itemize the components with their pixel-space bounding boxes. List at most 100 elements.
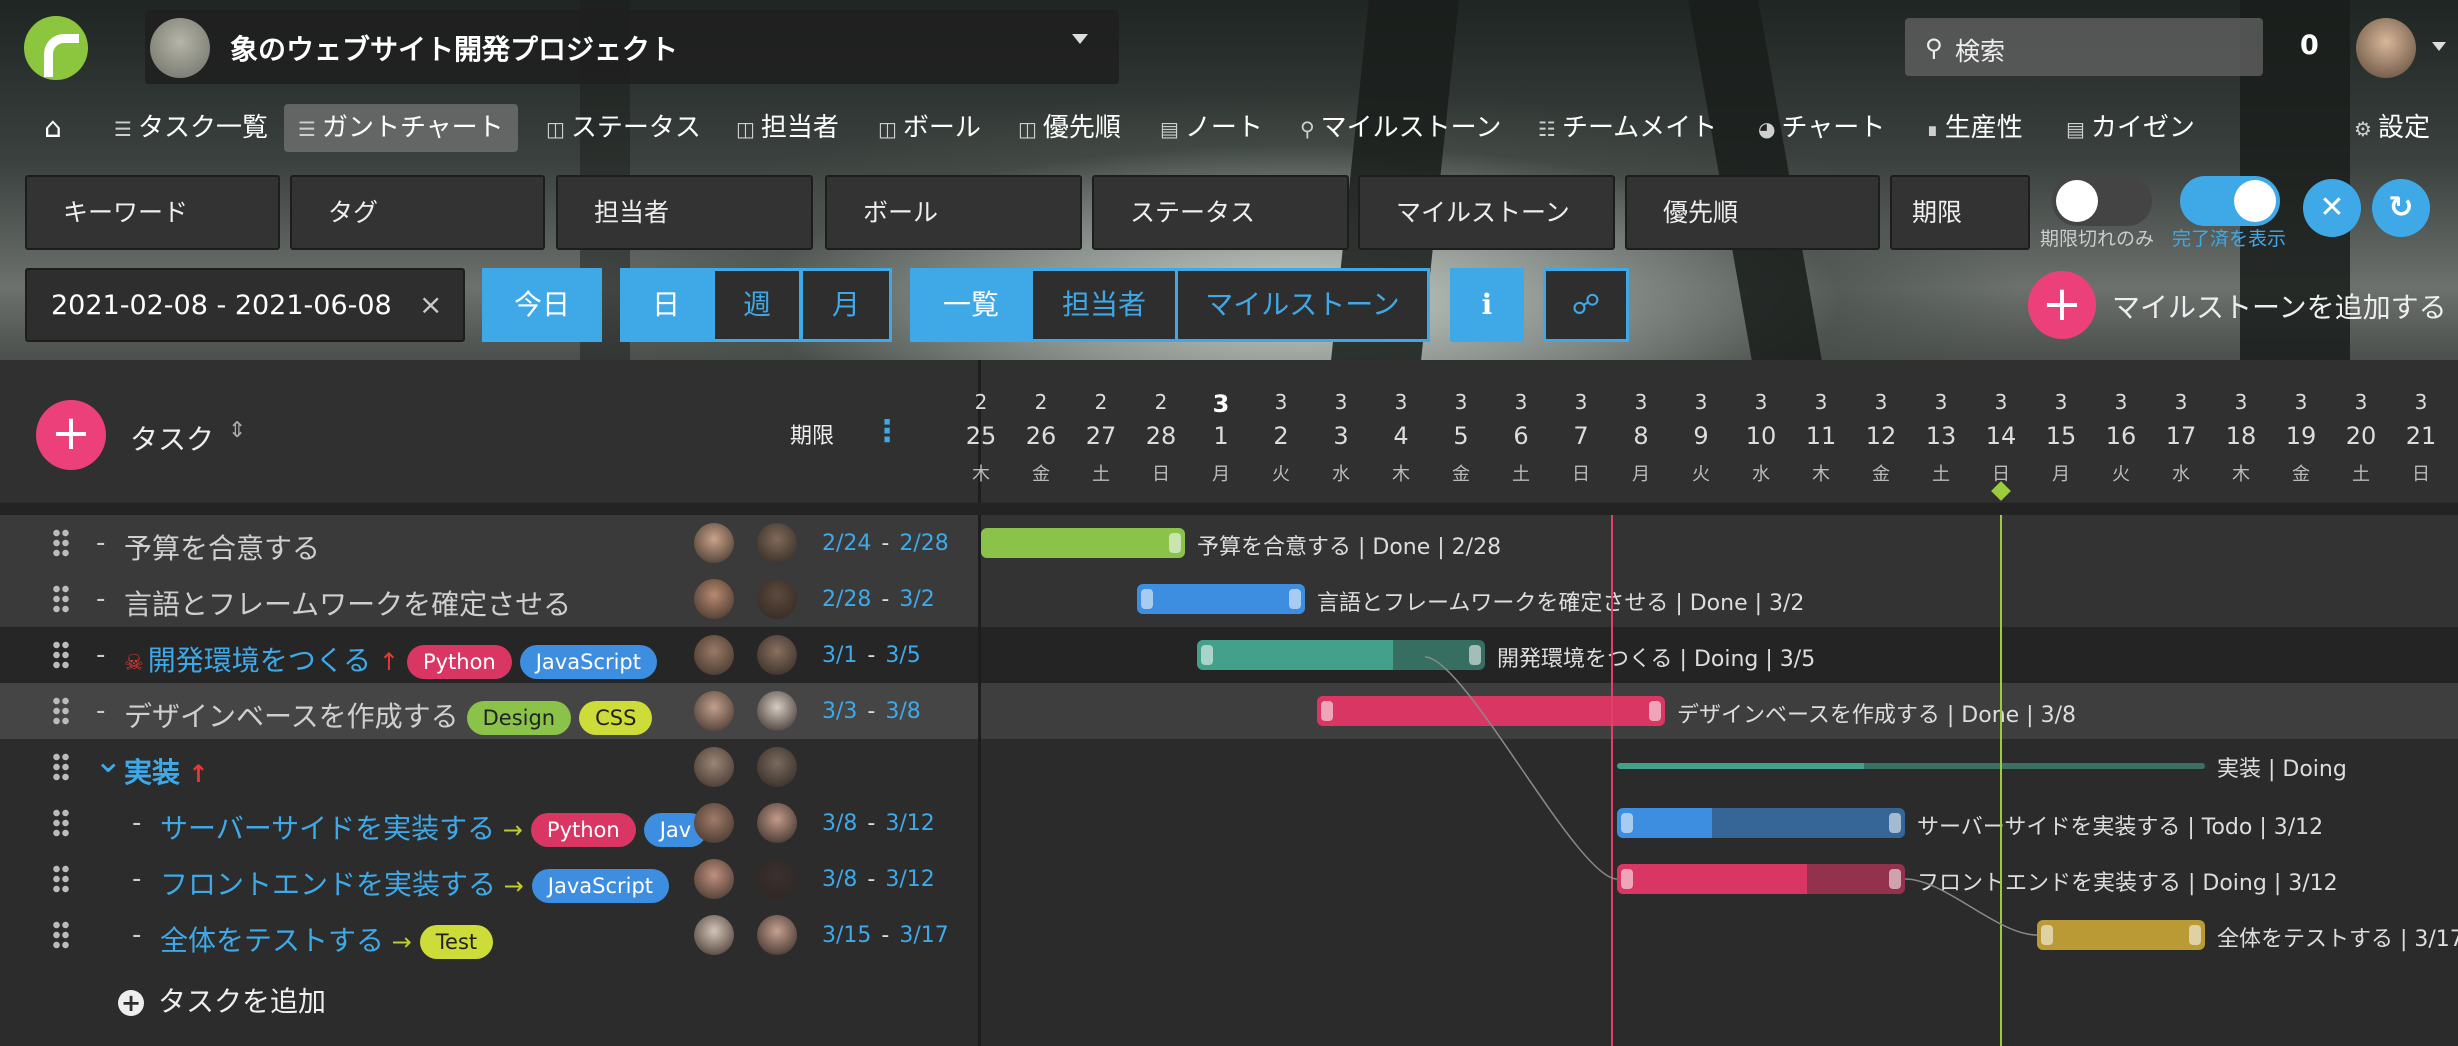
search-input[interactable]: ⚲ 検索 [1905, 18, 2263, 76]
view-milestone-button[interactable]: マイルストーン [1175, 268, 1430, 342]
task-bar[interactable] [2037, 920, 2205, 950]
drag-handle-icon[interactable] [52, 696, 70, 726]
drag-handle-icon[interactable] [52, 584, 70, 614]
drag-handle-icon[interactable] [52, 920, 70, 950]
filter-due[interactable]: 期限 [1890, 175, 2030, 250]
ball-holder-avatar[interactable] [757, 523, 797, 563]
ball-holder-avatar[interactable] [757, 859, 797, 899]
resize-handle[interactable] [1321, 701, 1333, 721]
tag-badge[interactable]: Python [530, 813, 636, 847]
ball-holder-avatar[interactable] [757, 691, 797, 731]
task-row[interactable]: - 予算を合意する 2/24-2/28 [0, 515, 978, 571]
task-title[interactable]: 実装 ↑ [124, 751, 208, 791]
resize-handle[interactable] [1889, 813, 1901, 833]
nav-item-priority[interactable]: ◫ 優先順 [1018, 104, 1121, 152]
task-bar[interactable] [1137, 584, 1305, 614]
task-title[interactable]: 予算を合意する [124, 527, 320, 567]
assignee-avatar[interactable] [694, 523, 734, 563]
task-bar[interactable] [1617, 864, 1905, 894]
ball-holder-avatar[interactable] [757, 635, 797, 675]
chevron-down-icon[interactable] [2432, 42, 2446, 51]
task-title[interactable]: デザインベースを作成する Design CSS [124, 695, 653, 735]
filter-status[interactable]: ステータス [1092, 175, 1349, 250]
chevron-down-icon[interactable] [1072, 34, 1088, 44]
info-button[interactable]: i [1450, 268, 1524, 342]
drag-handle-icon[interactable] [52, 528, 70, 558]
ball-holder-avatar[interactable] [757, 803, 797, 843]
resize-handle[interactable] [1621, 869, 1633, 889]
task-dates[interactable]: 2/24-2/28 [822, 531, 949, 556]
clear-filters-button[interactable]: ✕ [2303, 179, 2361, 237]
task-title[interactable]: 言語とフレームワークを確定させる [124, 583, 571, 623]
app-logo[interactable] [24, 16, 88, 80]
ball-holder-avatar[interactable] [757, 579, 797, 619]
assignee-avatar[interactable] [694, 579, 734, 619]
notification-count[interactable]: 0 [2300, 30, 2319, 61]
tag-badge[interactable]: JavaScript [531, 869, 670, 903]
resize-handle[interactable] [1289, 589, 1301, 609]
nav-item-chart[interactable]: ◕ チャート [1758, 104, 1885, 152]
add-milestone-label[interactable]: マイルストーンを追加する [2112, 286, 2447, 326]
add-task-button[interactable]: + [36, 400, 106, 470]
nav-item-task-list[interactable]: ☰ タスク一覧 [114, 104, 268, 152]
filter-priority[interactable]: 優先順 [1625, 175, 1880, 250]
project-title[interactable]: 象のウェブサイト開発プロジェクト [230, 28, 678, 68]
task-row[interactable]: - デザインベースを作成する Design CSS 3/3-3/8 [0, 683, 978, 739]
nav-item-note[interactable]: ▤ ノート [1160, 104, 1263, 152]
refresh-button[interactable]: ↻ [2372, 179, 2430, 237]
nav-item-teammates[interactable]: ☷ チームメイト [1538, 104, 1717, 152]
task-bar[interactable] [1617, 808, 1905, 838]
ball-holder-avatar[interactable] [757, 915, 797, 955]
task-row[interactable]: - ☠ 開発環境をつくる ↑ Python JavaScript 3/1-3/5 [0, 627, 978, 683]
scale-day-button[interactable]: 日 [620, 268, 712, 342]
ball-holder-avatar[interactable] [757, 747, 797, 787]
due-header[interactable]: 期限 [790, 418, 834, 450]
task-dates[interactable]: 3/8-3/12 [822, 811, 935, 836]
add-task-row[interactable]: + タスクを追加 [118, 980, 326, 1020]
nav-item-settings[interactable]: ⚙ 設定 [2354, 104, 2430, 152]
drag-handle-icon[interactable] [52, 752, 70, 782]
tag-badge[interactable]: JavaScript [519, 645, 658, 679]
task-row[interactable]: - 言語とフレームワークを確定させる 2/28-3/2 [0, 571, 978, 627]
nav-item-gantt[interactable]: ☰ ガントチャート [284, 104, 518, 152]
date-range-input[interactable]: 2021-02-08 - 2021-06-08 × [25, 268, 465, 342]
drag-handle-icon[interactable] [52, 640, 70, 670]
task-dates[interactable]: 3/3-3/8 [822, 699, 921, 724]
nav-item-productivity[interactable]: ∎ 生産性 [1926, 104, 2023, 152]
more-vertical-icon[interactable]: ⋮ [872, 414, 902, 449]
filter-ball[interactable]: ボール [825, 175, 1082, 250]
sort-icon[interactable]: ⇕ [228, 418, 246, 443]
tag-badge[interactable]: CSS [579, 701, 653, 735]
resize-handle[interactable] [2189, 925, 2201, 945]
filter-tag[interactable]: タグ [290, 175, 545, 250]
task-title[interactable]: 全体をテストする → Test [160, 919, 494, 959]
assignee-avatar[interactable] [694, 691, 734, 731]
scale-month-button[interactable]: 月 [800, 268, 892, 342]
task-row[interactable]: - サーバーサイドを実装する → Python Jav 3/8-3/12 [0, 795, 978, 851]
view-assignee-button[interactable]: 担当者 [1030, 268, 1178, 342]
task-row[interactable]: - フロントエンドを実装する → JavaScript 3/8-3/12 [0, 851, 978, 907]
nav-item-kaizen[interactable]: ▤ カイゼン [2066, 104, 2195, 152]
filter-milestone[interactable]: マイルストーン [1358, 175, 1615, 250]
resize-handle[interactable] [1621, 813, 1633, 833]
task-dates[interactable]: 3/8-3/12 [822, 867, 935, 892]
task-row[interactable]: ⌄ 実装 ↑ [0, 739, 978, 795]
chevron-down-icon[interactable]: ⌄ [94, 741, 123, 781]
task-bar[interactable] [981, 528, 1185, 558]
resize-handle[interactable] [1889, 869, 1901, 889]
assignee-avatar[interactable] [694, 859, 734, 899]
nav-item-status[interactable]: ◫ ステータス [546, 104, 701, 152]
lock-button[interactable]: ☍ [1543, 268, 1629, 342]
nav-item-milestone[interactable]: ⚲ マイルストーン [1300, 104, 1501, 152]
assignee-avatar[interactable] [694, 747, 734, 787]
assignee-avatar[interactable] [694, 635, 734, 675]
resize-handle[interactable] [1469, 645, 1481, 665]
assignee-avatar[interactable] [694, 803, 734, 843]
clear-date-button[interactable]: × [419, 288, 442, 321]
task-dates[interactable]: 3/15-3/17 [822, 923, 949, 948]
overdue-only-toggle[interactable] [2052, 176, 2152, 226]
add-milestone-button[interactable]: + [2028, 271, 2096, 339]
tag-badge[interactable]: Test [419, 925, 494, 959]
show-completed-toggle[interactable] [2180, 176, 2280, 226]
task-dates[interactable]: 3/1-3/5 [822, 643, 921, 668]
